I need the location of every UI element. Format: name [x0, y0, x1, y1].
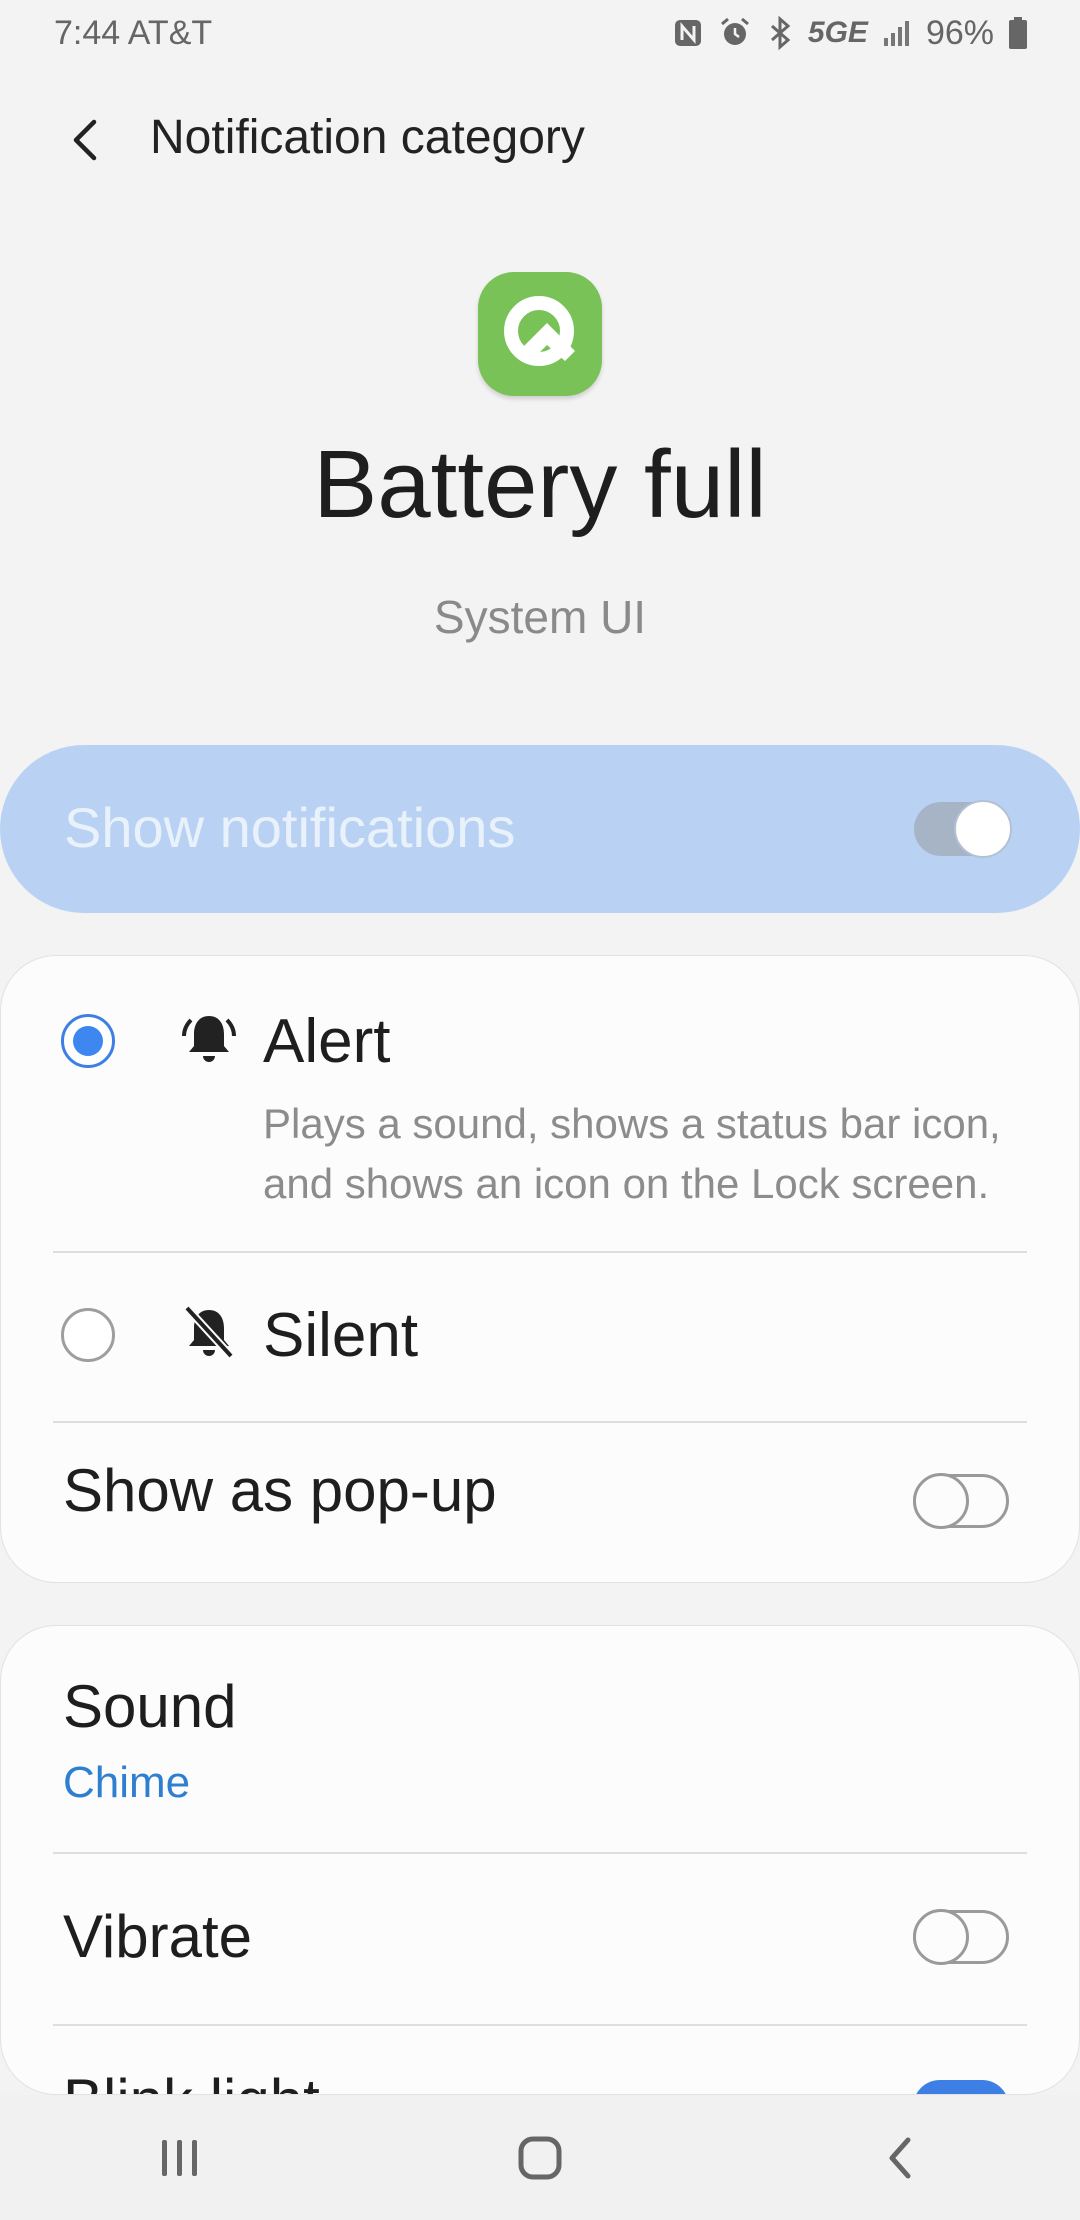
silent-radio[interactable]	[61, 1308, 115, 1362]
divider	[53, 1421, 1027, 1423]
sound-value: Chime	[63, 1758, 191, 1807]
nfc-icon	[672, 17, 704, 49]
vibrate-label: Vibrate	[63, 1903, 253, 1970]
status-right: 5GE 96%	[672, 14, 1028, 53]
battery-icon	[1008, 16, 1028, 50]
vibrate-toggle[interactable]	[913, 1909, 1009, 1965]
bell-ringing-icon	[179, 1008, 239, 1068]
status-left: 7:44 AT&T	[54, 14, 212, 53]
show-notifications-label: Show notifications	[64, 796, 516, 859]
android-q-icon	[478, 272, 602, 396]
status-carrier: AT&T	[127, 13, 213, 52]
status-bar: 7:44 AT&T 5GE 96%	[0, 0, 1080, 66]
battery-percent: 96%	[925, 13, 994, 52]
signal-icon	[882, 18, 912, 48]
show-notifications-toggle[interactable]	[914, 800, 1012, 858]
home-icon[interactable]	[480, 2108, 600, 2208]
popup-label: Show as pop-up	[63, 1457, 497, 1524]
blink-light-toggle[interactable]	[913, 2080, 1009, 2094]
page-title: Notification category	[150, 111, 585, 164]
sound-card: Sound Chime Vibrate Blink light	[0, 1625, 1080, 2095]
silent-label: Silent	[263, 1301, 419, 1370]
back-arrow-icon[interactable]	[52, 108, 116, 172]
category-title: Battery full	[313, 431, 767, 538]
alarm-icon	[718, 16, 752, 50]
navigation-bar	[0, 2095, 1080, 2220]
toggle-knob	[954, 800, 1012, 858]
sound-label: Sound	[63, 1673, 237, 1740]
popup-toggle[interactable]	[913, 1473, 1009, 1529]
toggle-knob	[913, 1909, 969, 1965]
recents-icon[interactable]	[120, 2108, 240, 2208]
header: Notification category	[0, 100, 1080, 180]
bell-off-icon	[179, 1302, 239, 1362]
toggle-knob	[913, 1473, 969, 1529]
bluetooth-icon	[766, 16, 794, 50]
back-icon[interactable]	[840, 2108, 960, 2208]
alert-description: Plays a sound, shows a status bar icon, …	[263, 1100, 1001, 1207]
importance-card: Alert Plays a sound, shows a status bar …	[0, 955, 1080, 1583]
divider	[53, 1852, 1027, 1854]
alert-radio[interactable]	[61, 1014, 115, 1068]
divider	[53, 2024, 1027, 2026]
app-name: System UI	[433, 591, 647, 643]
network-type: 5GE	[807, 16, 868, 49]
alert-label: Alert	[263, 1007, 391, 1076]
show-notifications-row[interactable]: Show notifications	[0, 745, 1080, 913]
divider	[53, 1251, 1027, 1253]
blink-light-label: Blink light	[63, 2066, 320, 2094]
status-time: 7:44	[54, 13, 121, 52]
